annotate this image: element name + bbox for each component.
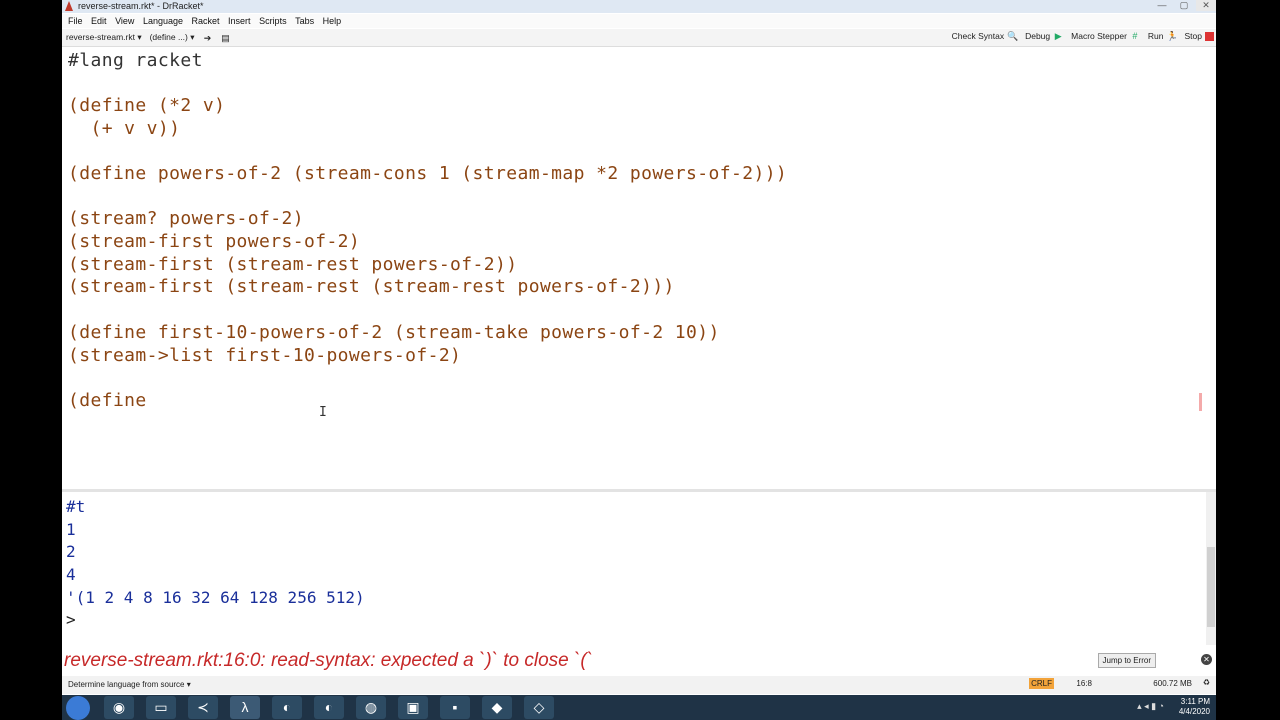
run-icon: 🏃	[1166, 31, 1178, 41]
system-tray-icons[interactable]: ▴ ◂ ▮ ◔	[1137, 701, 1164, 712]
maximize-button[interactable]: ▢	[1174, 0, 1194, 11]
windows-taskbar: ◉ ▭ ≺ λ ◐ ◐ ◍ ▣ ▪ ◆ ◇ ▴ ◂ ▮ ◔ 3:11 PM 4/…	[62, 695, 1216, 720]
clock-time: 3:11 PM	[1180, 697, 1210, 706]
menu-scripts[interactable]: Scripts	[253, 14, 287, 28]
scrollbar-thumb[interactable]	[1207, 547, 1215, 627]
firefox-icon[interactable]: ◍	[356, 696, 386, 719]
gc-icon: ♻	[1202, 678, 1210, 687]
notepad-icon[interactable]: ◇	[524, 696, 554, 719]
title-bar: reverse-stream.rkt* - DrRacket* — ▢ ✕	[62, 0, 1216, 13]
repl-output-line: '(1 2 4 8 16 32 64 128 256 512)	[66, 588, 365, 607]
error-marker	[1199, 393, 1202, 411]
stop-button[interactable]: Stop	[1184, 31, 1214, 41]
repl-output-line: #t	[66, 497, 86, 516]
magnifier-check-icon: 🔍	[1007, 31, 1019, 41]
code-line: (+ v v))	[68, 118, 181, 139]
run-button[interactable]: Run 🏃	[1147, 31, 1178, 41]
menu-file[interactable]: File	[62, 14, 83, 28]
menu-insert[interactable]: Insert	[222, 14, 251, 28]
code-line: (stream-first (stream-rest (stream-rest …	[68, 276, 675, 297]
taskbar-clock[interactable]: 3:11 PM 4/4/2020	[1179, 697, 1210, 717]
racket-app-icon	[65, 1, 73, 11]
error-bar: reverse-stream.rkt:16:0: read-syntax: ex…	[62, 647, 1216, 674]
zoom-icon[interactable]: ▣	[398, 696, 428, 719]
code-line: (stream-first powers-of-2)	[68, 231, 361, 252]
close-window-button[interactable]: ✕	[1196, 0, 1216, 11]
code-line: (define	[68, 390, 147, 411]
repl-output-line: 2	[66, 542, 76, 561]
check-syntax-label: Check Syntax	[951, 31, 1005, 41]
toolbar: reverse-stream.rkt ▾ (define ...) ▾ ➔ ▤ …	[62, 29, 1216, 47]
code-line: (define first-10-powers-of-2 (stream-tak…	[68, 322, 720, 343]
stop-label: Stop	[1184, 31, 1203, 41]
repl-prompt[interactable]: >	[66, 610, 76, 629]
menu-edit[interactable]: Edit	[85, 14, 107, 28]
terminal-icon[interactable]: ▪	[440, 696, 470, 719]
menu-bar: File Edit View Language Racket Insert Sc…	[62, 14, 1216, 28]
chrome-icon[interactable]: ◉	[104, 696, 134, 719]
vscode-icon[interactable]: ≺	[188, 696, 218, 719]
error-message: reverse-stream.rkt:16:0: read-syntax: ex…	[64, 650, 594, 671]
eclipse-icon-2[interactable]: ◐	[314, 696, 344, 719]
menu-view[interactable]: View	[109, 14, 134, 28]
eclipse-icon[interactable]: ◐	[272, 696, 302, 719]
paint-icon[interactable]: ◆	[482, 696, 512, 719]
macro-stepper-label: Macro Stepper	[1071, 31, 1127, 41]
file-explorer-icon[interactable]: ▭	[146, 696, 176, 719]
memory-usage: 600.72 MB	[1153, 679, 1192, 688]
define-dropdown[interactable]: (define ...) ▾	[150, 32, 195, 43]
drracket-window: reverse-stream.rkt* - DrRacket* — ▢ ✕ Fi…	[62, 0, 1216, 695]
menu-language[interactable]: Language	[137, 14, 183, 28]
file-dropdown[interactable]: reverse-stream.rkt ▾	[66, 32, 142, 43]
menu-racket[interactable]: Racket	[186, 14, 220, 28]
interactions-pane[interactable]: #t 1 2 4 '(1 2 4 8 16 32 64 128 256 512)…	[62, 492, 1216, 645]
interactions-scrollbar[interactable]	[1206, 492, 1216, 645]
jump-to-error-button[interactable]: Jump to Error	[1097, 653, 1156, 668]
code-line: (define (*2 v)	[68, 95, 226, 116]
debug-button[interactable]: Debug ▶	[1025, 31, 1063, 41]
line-ending-badge: CRLF	[1029, 678, 1054, 689]
run-label: Run	[1147, 31, 1164, 41]
debug-label: Debug	[1025, 31, 1051, 41]
code-line: (define powers-of-2 (stream-cons 1 (stre…	[68, 163, 788, 184]
stop-icon	[1205, 31, 1214, 41]
language-selector[interactable]: Determine language from source ▾	[68, 680, 191, 689]
macro-stepper-icon: #	[1132, 31, 1138, 41]
racket-icon[interactable]: λ	[230, 696, 260, 719]
windows-start-icon[interactable]	[66, 696, 90, 720]
repl-output-line: 1	[66, 520, 76, 539]
definitions-editor[interactable]: #lang racket (define (*2 v) (+ v v)) (de…	[62, 47, 1216, 492]
debug-icon: ▶	[1054, 31, 1062, 41]
close-error-icon[interactable]: ✕	[1201, 654, 1212, 665]
clock-date: 4/4/2020	[1178, 707, 1210, 716]
code-line: (stream? powers-of-2)	[68, 208, 304, 229]
menu-tabs[interactable]: Tabs	[289, 14, 314, 28]
status-bar: Determine language from source ▾ CRLF 16…	[62, 676, 1216, 694]
check-syntax-button[interactable]: Check Syntax 🔍	[951, 31, 1019, 41]
code-line: #lang racket	[68, 50, 203, 71]
arrow-right-icon[interactable]: ➔	[203, 33, 213, 43]
minimize-button[interactable]: —	[1152, 0, 1172, 11]
save-icon[interactable]: ▤	[221, 33, 231, 43]
macro-stepper-button[interactable]: Macro Stepper #	[1071, 31, 1140, 41]
repl-output-line: 4	[66, 565, 76, 584]
code-line: (stream-first (stream-rest powers-of-2))	[68, 254, 518, 275]
window-title: reverse-stream.rkt* - DrRacket*	[78, 1, 204, 11]
text-cursor: I	[319, 405, 327, 420]
menu-help[interactable]: Help	[317, 14, 342, 28]
code-line: (stream->list first-10-powers-of-2)	[68, 345, 462, 366]
cursor-position: 16:8	[1076, 679, 1092, 688]
